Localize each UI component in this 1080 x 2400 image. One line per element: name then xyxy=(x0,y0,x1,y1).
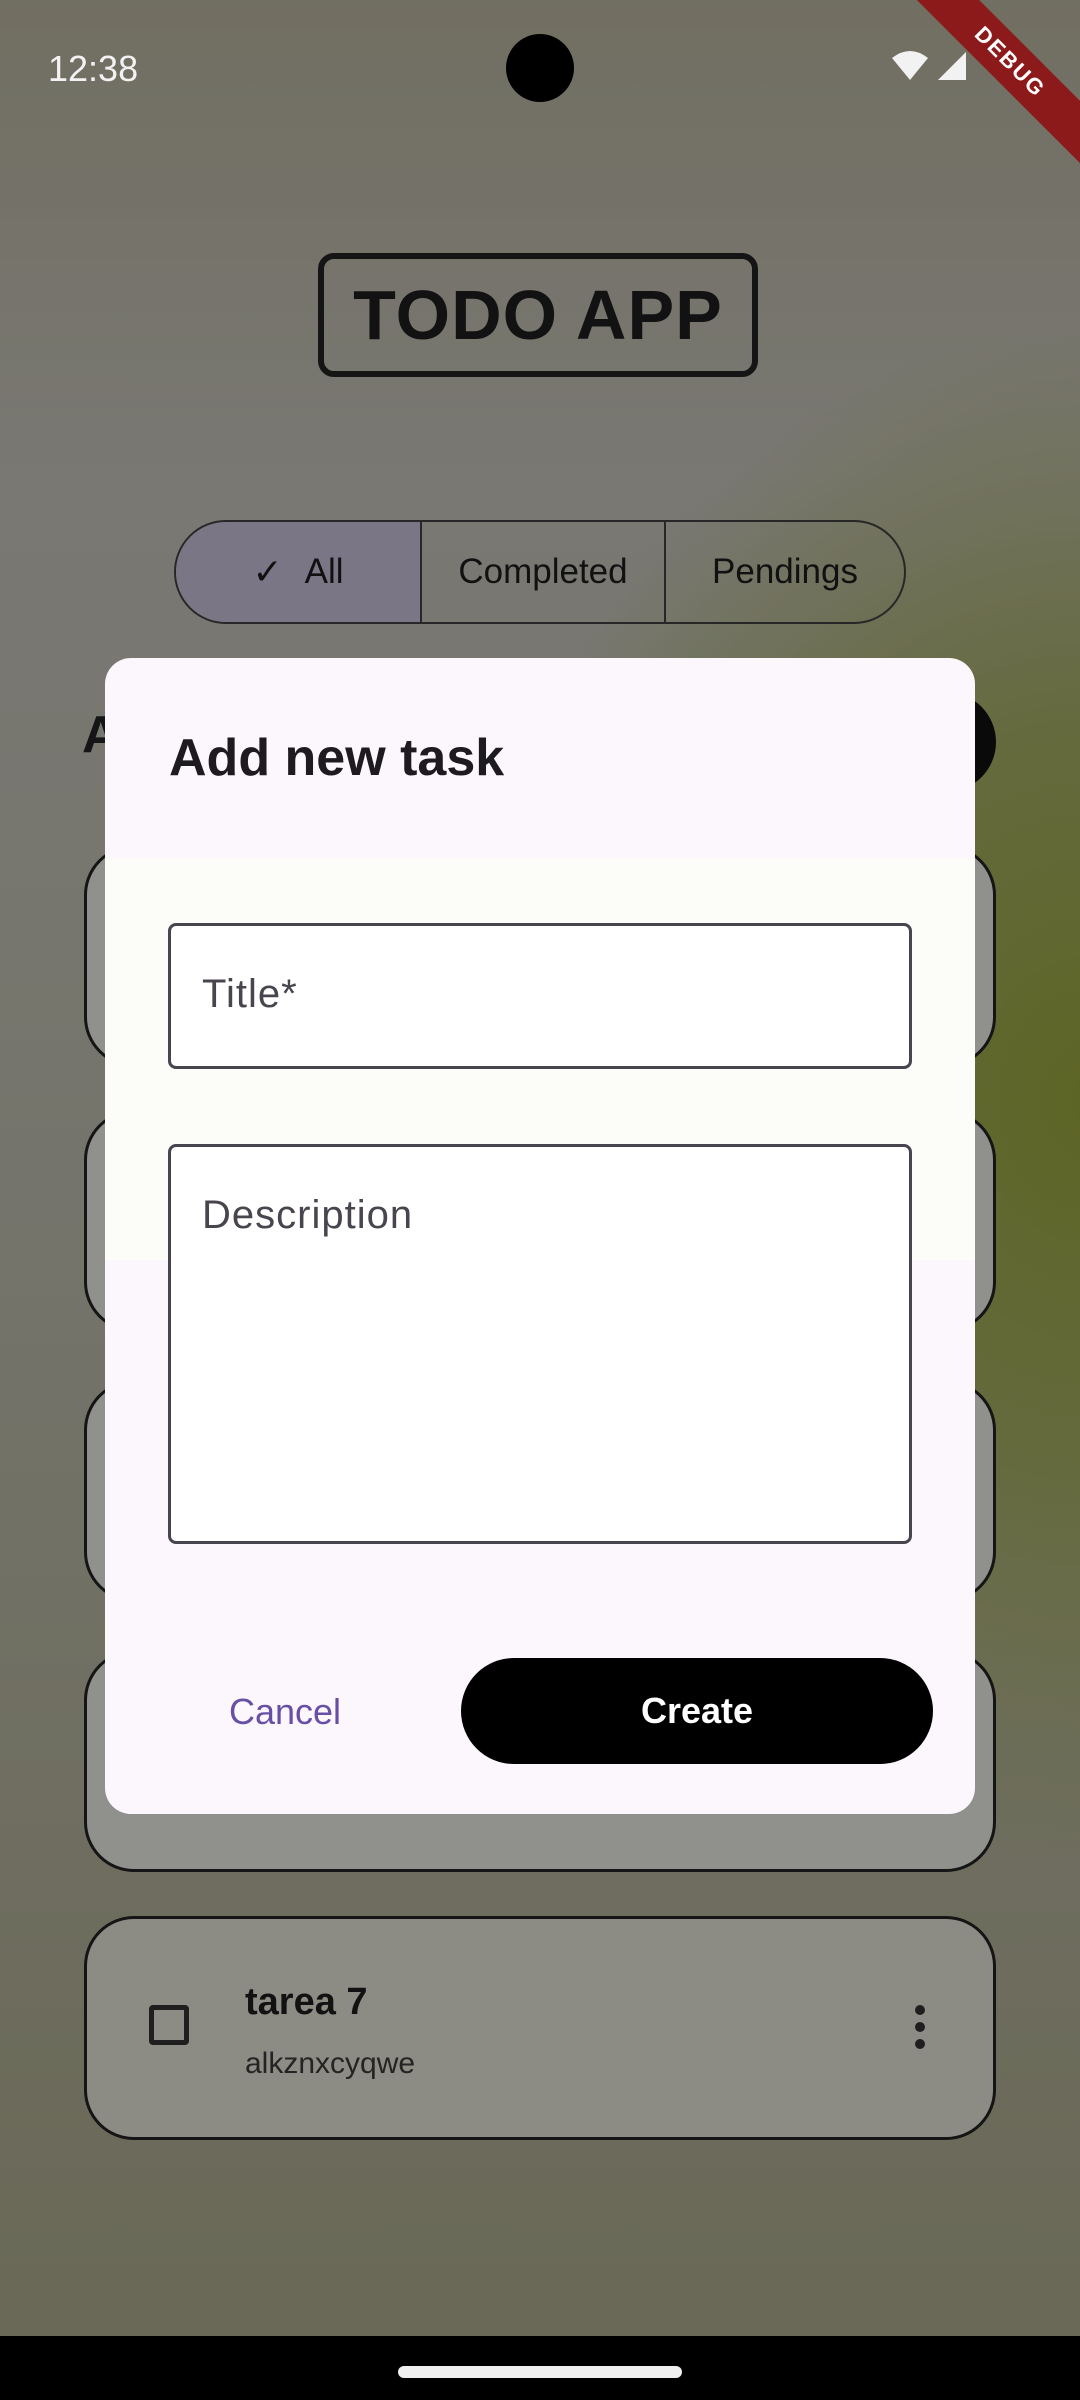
cancel-button[interactable]: Cancel xyxy=(169,1660,401,1764)
title-field-placeholder: Title* xyxy=(202,972,298,1016)
dialog-title: Add new task xyxy=(169,729,505,787)
title-field[interactable]: Title* xyxy=(168,923,912,1069)
home-indicator[interactable] xyxy=(398,2366,682,2378)
signal-icon xyxy=(938,52,966,80)
description-field[interactable]: Description xyxy=(168,1144,912,1544)
status-bar: 12:38 DEBUG xyxy=(0,0,1080,177)
cancel-button-label: Cancel xyxy=(228,1691,342,1732)
status-time: 12:38 xyxy=(48,48,139,89)
camera-cutout xyxy=(506,34,574,102)
create-button[interactable]: Create xyxy=(461,1658,933,1764)
add-task-dialog: Add new task Title* Description Cancel C… xyxy=(105,658,975,1814)
description-field-placeholder: Description xyxy=(202,1193,414,1237)
wifi-icon xyxy=(892,51,928,80)
create-button-label: Create xyxy=(640,1690,754,1731)
